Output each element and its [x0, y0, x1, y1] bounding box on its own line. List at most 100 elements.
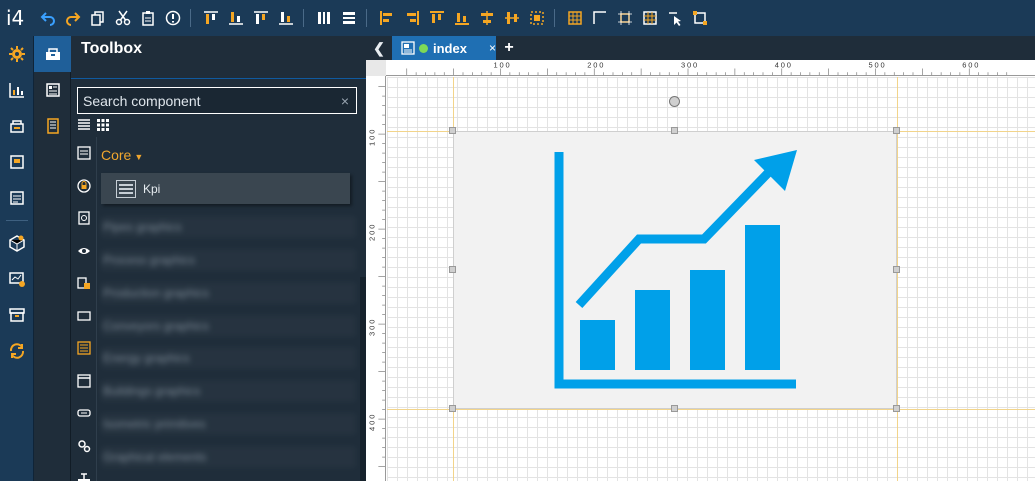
select-icon[interactable] — [664, 7, 686, 29]
blurred-category: Energy graphics — [101, 347, 356, 369]
toolbar-divider — [303, 9, 304, 27]
horizontal-ruler: 100 200 300 400 500 600 — [386, 60, 1035, 76]
kpi-widget[interactable] — [453, 131, 897, 409]
align-bottom-edge-icon[interactable] — [451, 7, 473, 29]
ruler-label: 400 — [368, 413, 377, 431]
caret-down-icon: ▼ — [134, 152, 144, 162]
center-v-icon[interactable] — [501, 7, 523, 29]
tab-label: index — [433, 40, 467, 56]
close-tab-icon[interactable]: × — [489, 41, 496, 55]
editor-area: ❮ index × + 100 200 300 400 500 600 100 200 300… — [366, 36, 1035, 481]
kpi-component[interactable]: Kpi — [101, 173, 350, 204]
toolbar-divider — [554, 9, 555, 27]
blurred-category: Pipes graphics — [101, 216, 356, 238]
undo-icon[interactable] — [37, 7, 59, 29]
ruler-label: 200 — [587, 61, 605, 70]
eye-category-icon[interactable] — [71, 235, 97, 268]
paste-icon[interactable] — [137, 7, 159, 29]
machine-icon[interactable] — [0, 108, 34, 144]
add-tab-button[interactable]: + — [496, 36, 522, 60]
align-top-edge-icon[interactable] — [426, 7, 448, 29]
ruler-label: 100 — [493, 61, 511, 70]
layers-panel-icon[interactable] — [34, 72, 71, 108]
package-icon[interactable] — [0, 225, 34, 261]
resize-handle[interactable] — [893, 266, 900, 273]
toolbox-divider — [71, 78, 366, 79]
valve-category-icon[interactable] — [71, 462, 97, 481]
report-icon[interactable] — [0, 180, 34, 216]
settings-gear-icon[interactable] — [0, 36, 34, 72]
align-top-icon[interactable] — [200, 7, 222, 29]
redo-icon[interactable] — [62, 7, 84, 29]
kpi-chart-icon — [554, 150, 797, 389]
center-h-icon[interactable] — [476, 7, 498, 29]
clear-search-icon[interactable]: × — [334, 93, 356, 109]
list-category-icon[interactable] — [71, 332, 97, 365]
search-input[interactable] — [78, 92, 334, 109]
properties-panel-icon[interactable] — [34, 108, 71, 144]
align-left-icon[interactable] — [376, 7, 398, 29]
corner-icon[interactable] — [589, 7, 611, 29]
blurred-category: Conveyors graphics — [101, 315, 356, 337]
core-category-icon[interactable] — [71, 137, 97, 170]
frame-icon[interactable] — [689, 7, 711, 29]
ruler-label: 100 — [368, 128, 377, 146]
distribute-h-icon[interactable] — [313, 7, 335, 29]
ruler-label: 400 — [775, 61, 793, 70]
resize-handle[interactable] — [449, 266, 456, 273]
resize-handle[interactable] — [893, 127, 900, 134]
copy-icon[interactable] — [87, 7, 109, 29]
resize-handle[interactable] — [671, 127, 678, 134]
resize-handle[interactable] — [449, 127, 456, 134]
align-bottom-icon[interactable] — [225, 7, 247, 29]
input-category-icon[interactable] — [71, 397, 97, 430]
component-search: × — [77, 87, 357, 114]
lock-category-icon[interactable] — [71, 170, 97, 203]
cut-icon[interactable] — [112, 7, 134, 29]
design-canvas[interactable] — [387, 77, 1035, 481]
gears-category-icon[interactable] — [71, 430, 97, 463]
sync-icon[interactable] — [0, 333, 34, 369]
error-icon[interactable] — [162, 7, 184, 29]
dashboard-icon[interactable] — [0, 72, 34, 108]
device-icon[interactable] — [0, 144, 34, 180]
panel-category-icon[interactable] — [71, 365, 97, 398]
blurred-category: Process graphics — [101, 249, 356, 271]
core-category-header[interactable]: Core ▼ — [101, 147, 143, 163]
page-icon — [401, 41, 415, 55]
ruler-label: 300 — [368, 318, 377, 336]
kpi-label: Kpi — [143, 181, 161, 196]
resize-handle[interactable] — [449, 405, 456, 412]
table-icon[interactable] — [639, 7, 661, 29]
toolbox-body: Core ▼ Kpi Pipes graphics Process graphic… — [71, 137, 366, 481]
blurred-category: Graphical elements — [101, 446, 356, 468]
toolbar-divider — [366, 9, 367, 27]
resize-handle[interactable] — [671, 405, 678, 412]
center-icon[interactable] — [526, 7, 548, 29]
panel-switcher — [34, 36, 71, 481]
collapse-panel-icon[interactable]: ❮ — [366, 36, 392, 60]
grid-icon[interactable] — [564, 7, 586, 29]
distribute-v-icon[interactable] — [338, 7, 360, 29]
toolbox-title: Toolbox — [81, 40, 143, 57]
window-category-icon[interactable] — [71, 300, 97, 333]
archive-icon[interactable] — [0, 297, 34, 333]
tab-bar: ❮ index × + — [366, 36, 1035, 60]
ruler-label: 200 — [368, 223, 377, 241]
rotate-handle[interactable] — [669, 96, 680, 107]
align-right-icon[interactable] — [401, 7, 423, 29]
document-category-icon[interactable] — [71, 202, 97, 235]
resize-handle[interactable] — [893, 405, 900, 412]
blurred-category: Buildings graphics — [101, 380, 356, 402]
toolbox-panel-icon[interactable] — [34, 36, 71, 72]
blurred-category: Isometric primitives — [101, 413, 356, 435]
app-window: i4 Toolbox Search component × Core ▼ Kpi… — [0, 0, 1035, 481]
align-baseline-icon[interactable] — [275, 7, 297, 29]
align-middle-icon[interactable] — [250, 7, 272, 29]
clipboard-category-icon[interactable] — [71, 267, 97, 300]
fit-icon[interactable] — [614, 7, 636, 29]
list-view-icon[interactable] — [77, 118, 91, 132]
monitor-settings-icon[interactable] — [0, 261, 34, 297]
grid-view-icon[interactable] — [96, 118, 110, 132]
tab-index[interactable]: index × — [392, 36, 496, 60]
